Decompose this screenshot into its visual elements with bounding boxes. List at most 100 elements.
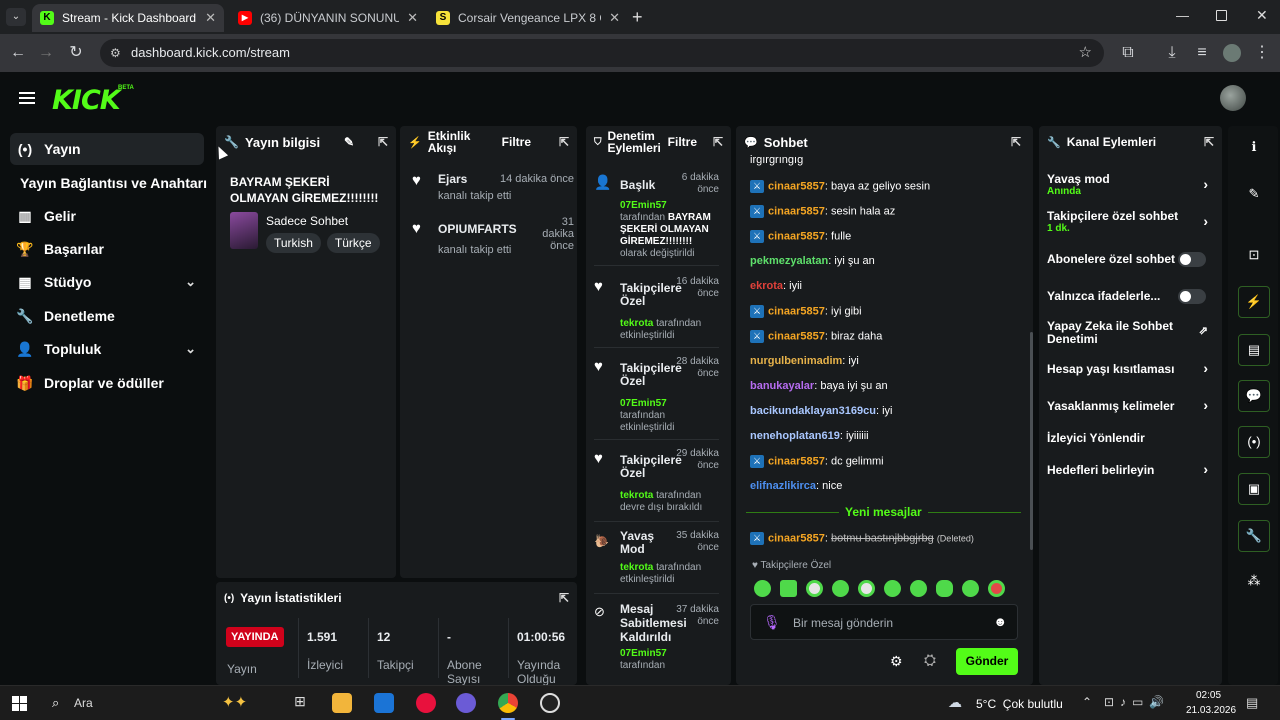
action-actor[interactable]: tekrota (620, 562, 653, 573)
sidebar-item-studyo[interactable]: ▦ Stüdyo ⌄ (10, 266, 204, 298)
document-icon[interactable]: ▤ (1238, 334, 1270, 366)
media-player-icon[interactable] (416, 693, 436, 713)
channel-action-slow-mode[interactable]: Yavaş mod Anında › (1047, 172, 1214, 197)
sidebar-item-droplar[interactable]: 🎁 Droplar ve ödüller (10, 367, 204, 399)
bookmark-star-icon[interactable]: ☆ (1079, 39, 1092, 67)
taskbar-search[interactable]: ⌕ Ara ✦✦ (42, 691, 272, 715)
action-actor[interactable]: 07Emin57 (620, 200, 667, 211)
google-app-icon[interactable] (456, 693, 476, 713)
extensions-icon[interactable]: ⧉ (1118, 43, 1138, 63)
chat-username[interactable]: cinaar5857 (768, 330, 825, 342)
tag-chip[interactable]: Türkçe (326, 233, 380, 253)
layout-icon[interactable]: ▣ (1238, 473, 1270, 505)
info-icon[interactable]: ℹ (1238, 132, 1270, 164)
clock-time[interactable]: 02:05 (1196, 690, 1221, 701)
chat-username[interactable]: ekrota (750, 280, 783, 292)
emote-icon[interactable] (754, 580, 771, 597)
category-name[interactable]: Sadece Sohbet (266, 214, 348, 228)
chat-username[interactable]: nurgulbenimadim (750, 355, 842, 367)
sidebar-item-yayin[interactable]: (•) Yayın (10, 133, 204, 165)
emotes-only-toggle[interactable] (1178, 289, 1206, 304)
emote-icon[interactable] (910, 580, 927, 597)
profile-avatar[interactable] (1223, 44, 1241, 62)
action-actor[interactable]: tekrota (620, 490, 653, 501)
maximize-button[interactable] (1216, 10, 1227, 21)
close-window-button[interactable]: ✕ (1256, 7, 1268, 24)
popout-icon[interactable]: ⇱ (1204, 135, 1214, 149)
sidebar-item-stream-key[interactable]: Yayın Bağlantısı ve Anahtarı (14, 167, 214, 199)
mod-tools-icon[interactable]: ⛭ (924, 652, 936, 669)
tray-icons[interactable]: ⊡♪▭🔊 (1104, 695, 1170, 709)
channel-action-goals[interactable]: Hedefleri belirleyin › (1047, 461, 1214, 477)
chrome-icon[interactable] (498, 693, 518, 713)
popout-icon[interactable]: ⇱ (378, 135, 388, 149)
close-icon[interactable]: ✕ (407, 10, 418, 26)
action-actor[interactable]: 07Emin57 (620, 398, 667, 409)
chat-username[interactable]: elifnazlikirca (750, 480, 816, 492)
emote-icon[interactable] (962, 580, 979, 597)
close-icon[interactable]: ✕ (609, 10, 620, 26)
bolt-icon[interactable]: ⚡ (1238, 286, 1270, 318)
chat-username[interactable]: banukayalar (750, 380, 814, 392)
channel-action-emotes-only[interactable]: Yalnızca ifadelerle... (1047, 289, 1214, 304)
subscribers-only-toggle[interactable] (1178, 252, 1206, 267)
chat-bubble-icon[interactable]: 💬 (1238, 380, 1270, 412)
chat-username[interactable]: bacikundaklayan3169cu (750, 405, 876, 417)
windows-start-icon[interactable] (12, 696, 27, 711)
chat-username[interactable]: cinaar5857 (768, 230, 825, 242)
edit-pencil-icon[interactable]: ✎ (344, 135, 354, 149)
channel-action-raid[interactable]: İzleyici Yönlendir (1047, 431, 1214, 445)
weather-text[interactable]: 5°C Çok bulutlu (976, 697, 1063, 711)
channel-action-account-age[interactable]: Hesap yaşı kısıtlaması › (1047, 360, 1214, 376)
chat-username[interactable]: cinaar5857 (768, 532, 825, 544)
wrench-icon[interactable]: 🔧 (1238, 520, 1270, 552)
store-icon[interactable] (374, 693, 394, 713)
emote-icon[interactable] (858, 580, 875, 597)
minimize-button[interactable]: — (1176, 8, 1189, 23)
emote-icon[interactable] (988, 580, 1005, 597)
filter-button[interactable]: Filtre (502, 135, 531, 149)
action-actor[interactable]: tekrota (620, 318, 653, 329)
back-button[interactable]: ← (8, 43, 28, 63)
emote-icon[interactable] (832, 580, 849, 597)
popout-icon[interactable]: ⇱ (559, 135, 569, 149)
sidebar-item-topluluk[interactable]: 👤 Topluluk ⌄ (10, 333, 204, 365)
settings-gear-icon[interactable]: ⚙ (890, 653, 903, 670)
edit-pencil-icon[interactable]: ✎ (1238, 179, 1270, 211)
obs-icon[interactable] (540, 693, 560, 713)
sidebar-item-gelir[interactable]: ▥ Gelir (10, 200, 204, 232)
channel-action-subscribers-only[interactable]: Abonelere özel sohbet (1047, 252, 1214, 267)
chat-username[interactable]: cinaar5857 (768, 205, 825, 217)
popout-icon[interactable]: ⇱ (1011, 135, 1021, 149)
clock-date[interactable]: 21.03.2026 (1186, 705, 1236, 716)
event-user[interactable]: OPIUMFARTS (438, 222, 517, 236)
tab-corsair[interactable]: S Corsair Vengeance LPX 8 GB 32 ✕ (428, 4, 628, 32)
new-tab-button[interactable]: + (632, 8, 643, 26)
task-view-icon[interactable]: ⊞ (290, 693, 310, 713)
screen-capture-icon[interactable]: ⊡ (1238, 240, 1270, 272)
emoji-icon[interactable]: ☻ (993, 614, 1007, 629)
chat-username[interactable]: cinaar5857 (768, 180, 825, 192)
tab-list-button[interactable]: ⌄ (6, 8, 26, 26)
tab-kick-dashboard[interactable]: K Stream - Kick Dashboard ✕ (32, 4, 224, 32)
menu-kebab-icon[interactable]: ⋮ (1252, 43, 1272, 63)
media-control-icon[interactable]: ≡ (1192, 43, 1212, 63)
emote-icon[interactable] (806, 580, 823, 597)
tag-chip[interactable]: Turkish (266, 233, 321, 253)
chat-input[interactable]: 🎙 Bir mesaj gönderin ☻ (750, 604, 1018, 640)
emote-icon[interactable] (884, 580, 901, 597)
channel-action-banned-words[interactable]: Yasaklanmış kelimeler › (1047, 397, 1214, 413)
action-actor[interactable]: 07Emin57 (620, 648, 667, 659)
event-user[interactable]: Ejars (438, 172, 467, 186)
download-icon[interactable]: ⤓ (1162, 43, 1182, 63)
sidebar-item-denetleme[interactable]: 🔧 Denetleme (10, 300, 204, 332)
forward-button[interactable]: → (36, 43, 56, 63)
tray-chevron-icon[interactable]: ⌃ (1082, 695, 1092, 709)
channel-action-followers-only[interactable]: Takipçilere özel sohbet 1 dk. › (1047, 209, 1214, 234)
notification-icon[interactable]: ▤ (1246, 695, 1258, 711)
chat-username[interactable]: cinaar5857 (768, 455, 825, 467)
emote-icon[interactable] (780, 580, 797, 597)
hamburger-menu-icon[interactable] (19, 92, 35, 104)
kick-logo[interactable]: KICK (52, 85, 121, 116)
popout-icon[interactable]: ⇱ (559, 591, 569, 605)
